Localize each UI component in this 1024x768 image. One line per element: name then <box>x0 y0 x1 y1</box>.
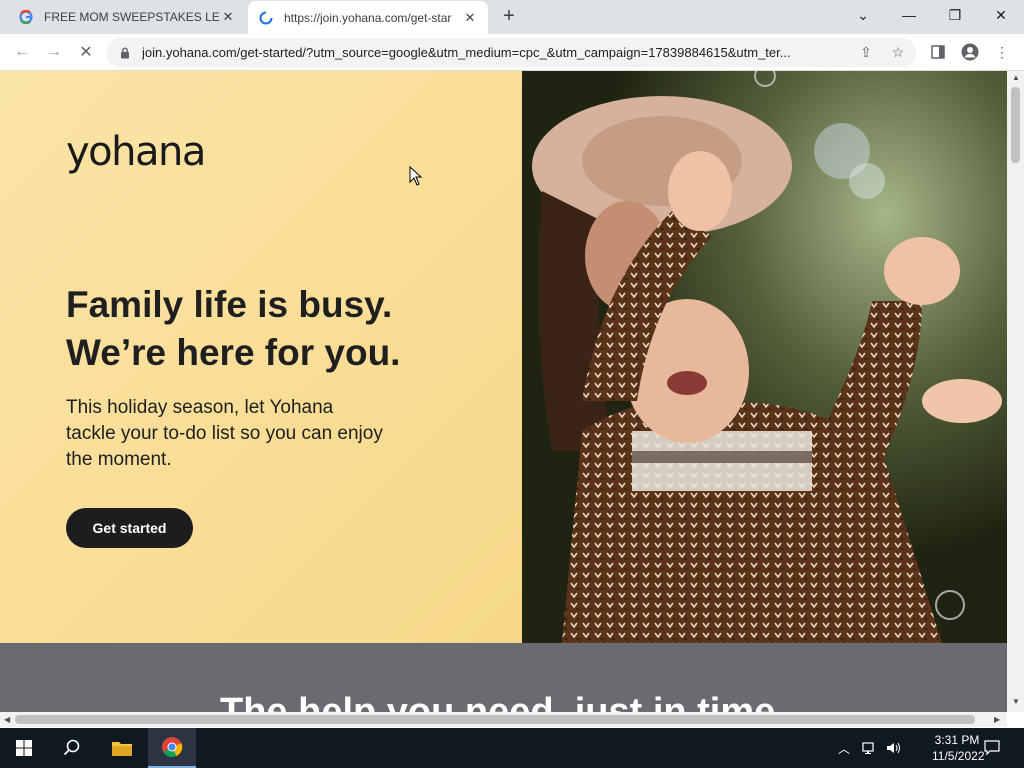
tab-title: FREE MOM SWEEPSTAKES LEGIT <box>44 10 220 24</box>
vertical-scroll-thumb[interactable] <box>1011 87 1020 163</box>
hero-panel: yohana Family life is busy. We’re here f… <box>0 71 522 643</box>
bookmark-star-icon[interactable]: ☆ <box>886 40 910 64</box>
scroll-up-icon[interactable]: ▲ <box>1012 73 1020 82</box>
address-bar[interactable]: join.yohana.com/get-started/?utm_source=… <box>106 38 916 67</box>
forward-arrow-icon[interactable]: → <box>42 40 66 64</box>
file-explorer-icon[interactable] <box>98 728 146 768</box>
hero-headline: Family life is busy. We’re here for you. <box>66 281 506 377</box>
page-viewport: yohana Family life is busy. We’re here f… <box>0 71 1007 712</box>
tab-sweepstakes[interactable]: FREE MOM SWEEPSTAKES LEGIT ✕ <box>8 0 246 34</box>
menu-kebab-icon[interactable]: ⋮ <box>990 40 1014 64</box>
close-tab-icon[interactable]: ✕ <box>220 9 236 25</box>
lock-icon[interactable] <box>118 46 132 60</box>
tab-yohana[interactable]: https://join.yohana.com/get-star ✕ <box>248 1 488 35</box>
tab-strip: FREE MOM SWEEPSTAKES LEGIT ✕ https://joi… <box>0 0 1024 35</box>
windows-start-icon[interactable] <box>0 728 48 768</box>
share-icon[interactable]: ⇪ <box>854 40 878 64</box>
system-clock[interactable]: 3:31 PM 11/5/2022 <box>932 732 985 764</box>
mouse-cursor-icon <box>409 166 423 186</box>
back-arrow-icon[interactable]: ← <box>10 40 34 64</box>
clock-time: 3:31 PM <box>934 733 980 747</box>
horizontal-scroll-thumb[interactable] <box>15 715 975 724</box>
tab-search-icon[interactable]: ⌄ <box>840 0 886 30</box>
restore-button[interactable]: ❐ <box>932 0 978 30</box>
section-title: The help you need, just in time <box>220 691 776 712</box>
url-text: join.yohana.com/get-started/?utm_source=… <box>142 45 791 60</box>
scroll-down-icon[interactable]: ▼ <box>1012 697 1020 706</box>
horizontal-scrollbar[interactable]: ◀ ▶ <box>0 712 1007 727</box>
minimize-button[interactable]: — <box>886 0 932 30</box>
new-tab-button[interactable]: + <box>498 6 520 28</box>
search-icon[interactable] <box>48 728 96 768</box>
get-started-button[interactable]: Get started <box>66 508 193 548</box>
tab-title: https://join.yohana.com/get-star <box>284 11 452 25</box>
scroll-left-icon[interactable]: ◀ <box>4 715 10 724</box>
browser-toolbar: ← → ✕ join.yohana.com/get-started/?utm_s… <box>0 34 1024 71</box>
yohana-logo[interactable]: yohana <box>66 129 206 175</box>
hero-photo <box>522 71 1007 643</box>
stop-loading-icon[interactable]: ✕ <box>74 40 98 64</box>
vertical-scrollbar[interactable]: ▲ ▼ <box>1007 71 1024 712</box>
loading-spinner-icon <box>258 10 274 26</box>
google-icon <box>18 9 34 25</box>
network-icon[interactable] <box>862 728 878 768</box>
notification-center-icon[interactable] <box>984 728 1000 768</box>
close-tab-icon[interactable]: ✕ <box>462 10 478 26</box>
hero-subtext: This holiday season, let Yohana tackle y… <box>66 397 383 470</box>
scroll-right-icon[interactable]: ▶ <box>994 715 1000 724</box>
clock-date: 11/5/2022 <box>932 749 985 763</box>
profile-avatar-icon[interactable] <box>958 40 982 64</box>
chrome-taskbar-icon[interactable] <box>148 728 196 768</box>
side-panel-icon[interactable] <box>926 40 950 64</box>
headline-line-2: We’re here for you. <box>66 332 401 373</box>
headline-line-1: Family life is busy. <box>66 284 393 325</box>
taskbar: ︿ 3:31 PM 11/5/2022 <box>0 728 1024 768</box>
show-hidden-icons-chevron-icon[interactable]: ︿ <box>838 728 850 768</box>
close-window-button[interactable]: ✕ <box>978 0 1024 30</box>
volume-icon[interactable] <box>886 728 902 768</box>
